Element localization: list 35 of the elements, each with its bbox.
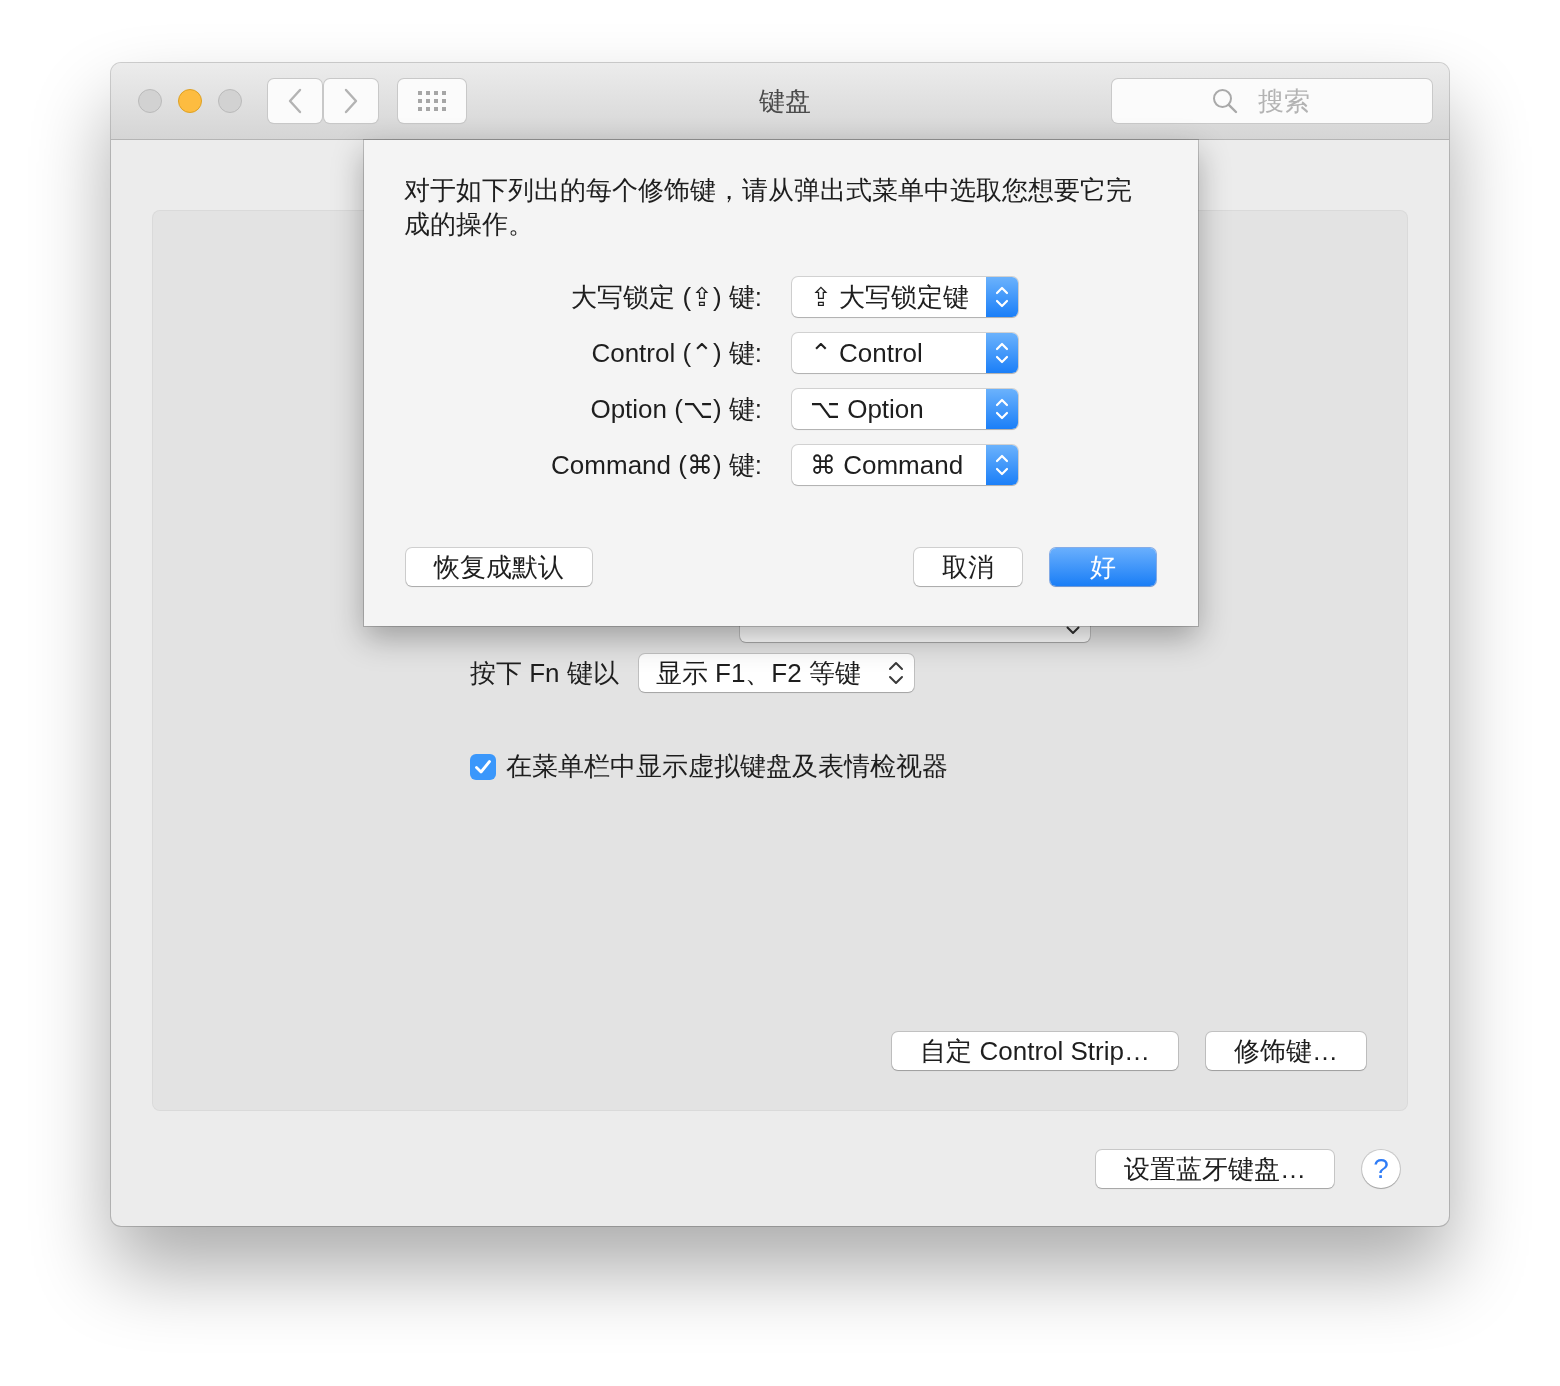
modifier-popup[interactable]: ⌘ Command [792,445,1018,485]
modifier-label: Option (⌥) 键: [590,392,762,426]
checkbox-label: 在菜单栏中显示虚拟键盘及表情检视器 [506,750,948,783]
bluetooth-keyboard-button[interactable]: 设置蓝牙键盘… [1096,1150,1334,1188]
updown-chevron-icon [986,389,1018,429]
window-title: 键盘 [759,84,811,118]
back-button[interactable] [268,79,322,123]
modifier-label: 大写锁定 (⇪) 键: [571,280,762,314]
help-button[interactable]: ? [1362,1150,1400,1188]
checkbox[interactable] [470,753,496,780]
fn-key-popup[interactable]: 显示 F1、F2 等键 [638,654,914,692]
updown-chevron-icon [986,277,1018,317]
customize-control-strip-button[interactable]: 自定 Control Strip… [892,1032,1178,1070]
sheet-description: 对于如下列出的每个修饰键，请从弹出式菜单中选取您想要它完成的操作。 [404,174,1133,241]
minimize-button[interactable] [178,89,202,113]
cancel-button[interactable]: 取消 [914,548,1022,586]
reset-button[interactable]: 恢复成默认 [406,548,592,586]
fn-key-label: 按下 Fn 键以 [470,656,619,690]
chevron-right-icon [344,88,358,114]
chevron-left-icon [288,88,302,114]
forward-button[interactable] [324,79,378,123]
modifier-popup[interactable]: ⇪ 大写锁定键 [792,277,1018,317]
grid-icon [418,91,446,111]
updown-chevron-icon [986,445,1018,485]
modifier-label: Control (⌃) 键: [591,336,762,370]
search-icon [1212,88,1238,114]
chevron-down-icon [1066,626,1080,635]
updown-chevron-icon [887,660,904,686]
modifier-popup[interactable]: ⌃ Control [792,333,1018,373]
modifier-label: Command (⌘) 键: [551,448,762,482]
search-field[interactable]: 搜索 [1112,79,1432,123]
modifier-popup[interactable]: ⌥ Option [792,389,1018,429]
updown-chevron-icon [986,333,1018,373]
show-all-button[interactable] [398,79,466,123]
modifier-keys-button[interactable]: 修饰键… [1206,1032,1366,1070]
